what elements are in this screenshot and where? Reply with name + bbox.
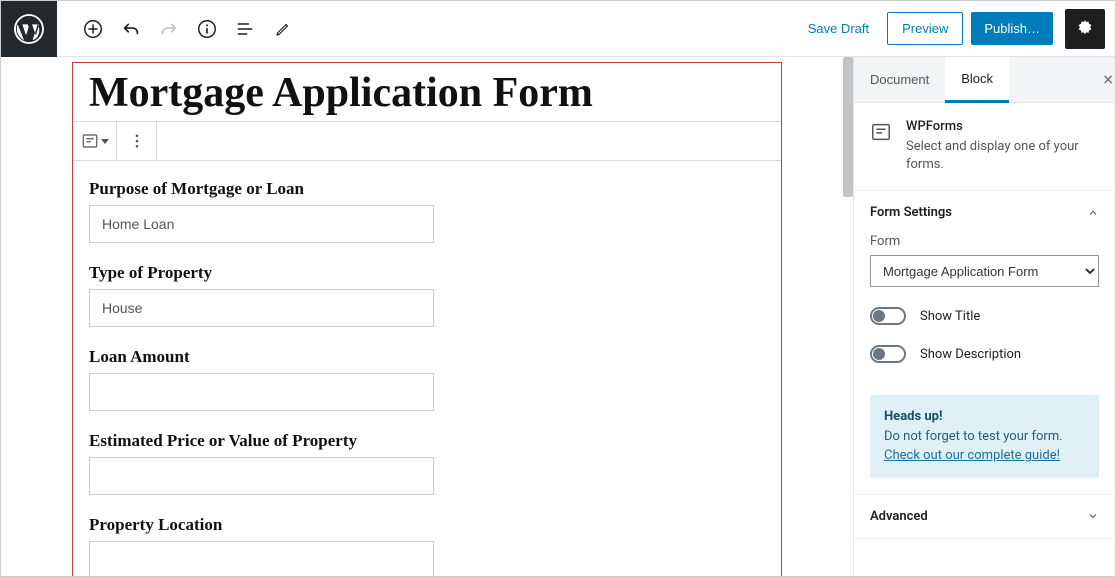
form-label: Form [870,234,1099,249]
advanced-header[interactable]: Advanced [854,495,1115,538]
undo-icon [120,18,142,40]
field-label: Purpose of Mortgage or Loan [89,179,765,199]
field-input-property-location[interactable] [89,541,434,576]
notice-text: Do not forget to test your form. [884,429,1063,444]
outline-button[interactable] [227,11,263,47]
toggle-show-title-row: Show Title [870,307,1099,325]
heads-up-notice: Heads up! Do not forget to test your for… [870,395,1099,478]
toolbar-left [57,11,301,47]
form-settings-header[interactable]: Form Settings [854,191,1115,234]
advanced-heading: Advanced [870,509,928,524]
preview-button[interactable]: Preview [887,12,963,45]
field-label: Type of Property [89,263,765,283]
block-type-button[interactable] [73,122,117,160]
notice-heading: Heads up! [884,409,943,424]
editor-canvas: Mortgage Application Form Purpose of Mor… [1,57,853,576]
scrollbar-thumb[interactable] [843,57,853,197]
form-settings-heading: Form Settings [870,205,952,220]
info-icon [196,18,218,40]
field-property-location: Property Location [89,515,765,576]
settings-sidebar: Document Block × WPForms Select and disp… [853,57,1115,576]
field-input-estimated-price[interactable] [89,457,434,495]
field-input-property-type[interactable] [89,289,434,327]
form-icon [870,121,892,174]
block-desc: Select and display one of your forms. [906,138,1099,174]
form-settings-panel: Form Settings Form Mortgage Application … [854,191,1115,495]
save-draft-button[interactable]: Save Draft [798,13,879,44]
tools-button[interactable] [265,11,301,47]
block-more-button[interactable] [117,122,157,160]
publish-button[interactable]: Publish… [971,12,1053,45]
info-button[interactable] [189,11,225,47]
block-name: WPForms [906,119,1099,134]
list-icon [235,19,255,39]
form-select[interactable]: Mortgage Application Form [870,255,1099,287]
wpforms-block[interactable]: Mortgage Application Form Purpose of Mor… [72,62,782,576]
pencil-icon [274,20,292,38]
chevron-up-icon [1087,207,1099,219]
editor-toolbar: Save Draft Preview Publish… [1,1,1115,57]
add-block-button[interactable] [75,11,111,47]
form-icon [81,132,99,150]
notice-link[interactable]: Check out our complete guide! [884,448,1060,463]
field-label: Property Location [89,515,765,535]
field-loan-amount: Loan Amount [89,347,765,411]
field-input-loan-amount[interactable] [89,373,434,411]
block-toolbar [73,121,781,161]
settings-button[interactable] [1065,9,1105,49]
toggle-show-title-label: Show Title [920,309,980,324]
field-label: Loan Amount [89,347,765,367]
field-purpose: Purpose of Mortgage or Loan [89,179,765,243]
toggle-show-title[interactable] [870,307,906,325]
undo-button[interactable] [113,11,149,47]
redo-button[interactable] [151,11,187,47]
tab-document[interactable]: Document [854,57,945,102]
toggle-show-description-row: Show Description [870,345,1099,363]
gear-icon [1074,18,1096,40]
wordpress-icon [13,13,45,45]
field-input-purpose[interactable] [89,205,434,243]
page-title: Mortgage Application Form [73,63,781,121]
field-estimated-price: Estimated Price or Value of Property [89,431,765,495]
field-label: Estimated Price or Value of Property [89,431,765,451]
toggle-show-description[interactable] [870,345,906,363]
plus-circle-icon [82,18,104,40]
block-description-panel: WPForms Select and display one of your f… [854,103,1115,191]
advanced-panel: Advanced [854,495,1115,539]
redo-icon [158,18,180,40]
chevron-down-icon [101,139,109,144]
close-icon[interactable]: × [1103,69,1113,90]
toolbar-right: Save Draft Preview Publish… [798,9,1115,49]
form-preview: Purpose of Mortgage or Loan Type of Prop… [73,161,781,576]
field-property-type: Type of Property [89,263,765,327]
wordpress-logo[interactable] [1,1,57,57]
sidebar-tabs: Document Block × [854,57,1115,103]
more-vertical-icon [128,132,146,150]
chevron-down-icon [1087,510,1099,522]
toggle-show-description-label: Show Description [920,347,1021,362]
tab-block[interactable]: Block [945,57,1009,103]
editor-scrollbar[interactable] [839,57,853,576]
